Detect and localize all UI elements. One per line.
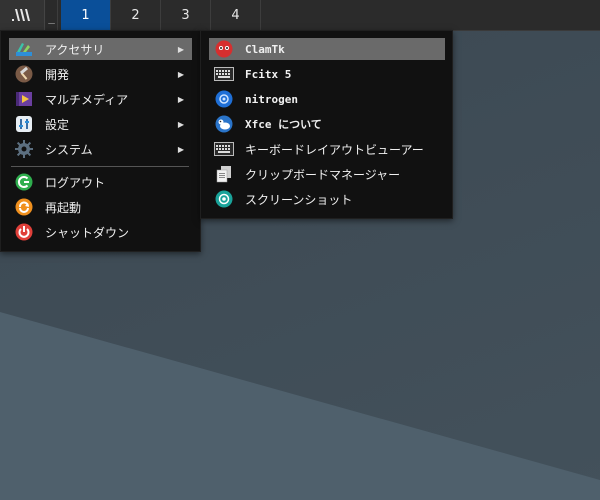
development-hammer-icon	[13, 63, 35, 85]
workspace-3-button[interactable]: 3	[161, 0, 211, 30]
menu-item-label: アクセサリ	[45, 42, 105, 57]
settings-icon	[13, 113, 35, 135]
accessories-icon	[13, 38, 35, 60]
menu-item-label: システム	[45, 142, 93, 157]
submenu-item-label: ClamTk	[245, 42, 285, 56]
multimedia-icon	[13, 88, 35, 110]
submenu-item-label: クリップボードマネージャー	[245, 167, 401, 182]
submenu-item-about-xfce[interactable]: Xfce について	[209, 113, 445, 135]
logout-icon	[13, 171, 35, 193]
submenu-item-screenshot[interactable]: スクリーンショット	[209, 188, 445, 210]
top-panel: _ 1 2 3 4	[0, 0, 600, 31]
app-launcher-button[interactable]	[0, 0, 45, 30]
menu-item-label: マルチメディア	[45, 92, 129, 107]
menu-item-logout[interactable]: ログアウト	[9, 171, 192, 193]
clipboard-icon	[213, 163, 235, 185]
submenu-arrow-icon: ▶	[177, 94, 184, 104]
menu-item-system[interactable]: システム ▶	[9, 138, 192, 160]
shutdown-icon	[13, 221, 35, 243]
clamtk-icon	[213, 38, 235, 60]
menu-item-label: 設定	[45, 117, 70, 132]
tilted-bars-logo-icon	[12, 9, 30, 21]
menu-item-label: ログアウト	[45, 175, 106, 190]
submenu-arrow-icon: ▶	[177, 119, 184, 129]
accessories-submenu: ClamTk Fcitx 5 nitrogen Xfce について キーボードレ…	[200, 30, 453, 219]
submenu-item-nitrogen[interactable]: nitrogen	[209, 88, 445, 110]
submenu-arrow-icon: ▶	[177, 44, 184, 54]
menu-item-development[interactable]: 開発 ▶	[9, 63, 192, 85]
submenu-item-label: Fcitx 5	[245, 67, 292, 81]
submenu-item-fcitx5[interactable]: Fcitx 5	[209, 63, 445, 85]
panel-handle[interactable]: _	[46, 0, 58, 30]
menu-item-label: 開発	[45, 67, 70, 82]
submenu-item-label: キーボードレイアウトビューアー	[245, 142, 424, 157]
submenu-item-clipboard-manager[interactable]: クリップボードマネージャー	[209, 163, 445, 185]
menu-item-accessories[interactable]: アクセサリ ▶	[9, 38, 192, 60]
system-gear-icon	[13, 138, 35, 160]
nitrogen-icon	[213, 88, 235, 110]
menu-item-restart[interactable]: 再起動	[9, 196, 192, 218]
workspace-4-button[interactable]: 4	[211, 0, 261, 30]
submenu-item-keyboard-layout-viewer[interactable]: キーボードレイアウトビューアー	[209, 138, 445, 160]
menu-item-shutdown[interactable]: シャットダウン	[9, 221, 192, 243]
workspace-2-button[interactable]: 2	[111, 0, 161, 30]
workspace-1-button[interactable]: 1	[61, 0, 111, 30]
menu-item-label: シャットダウン	[45, 225, 130, 240]
submenu-item-clamtk[interactable]: ClamTk	[209, 38, 445, 60]
screenshot-icon	[213, 188, 235, 210]
submenu-item-label: スクリーンショット	[245, 192, 353, 207]
submenu-arrow-icon: ▶	[177, 69, 184, 79]
keyboard-icon	[213, 138, 235, 160]
application-menu: アクセサリ ▶ 開発 ▶ マルチメディア ▶ 設定 ▶ システム ▶ ログアウト…	[0, 30, 201, 252]
submenu-item-label: nitrogen	[245, 92, 298, 106]
submenu-arrow-icon: ▶	[177, 144, 184, 154]
menu-item-settings[interactable]: 設定 ▶	[9, 113, 192, 135]
submenu-item-label: Xfce について	[245, 118, 322, 131]
menu-item-multimedia[interactable]: マルチメディア ▶	[9, 88, 192, 110]
xfce-mouse-icon	[213, 113, 235, 135]
restart-icon	[13, 196, 35, 218]
menu-item-label: 再起動	[45, 200, 82, 215]
keyboard-icon	[213, 63, 235, 85]
menu-separator	[11, 166, 189, 167]
